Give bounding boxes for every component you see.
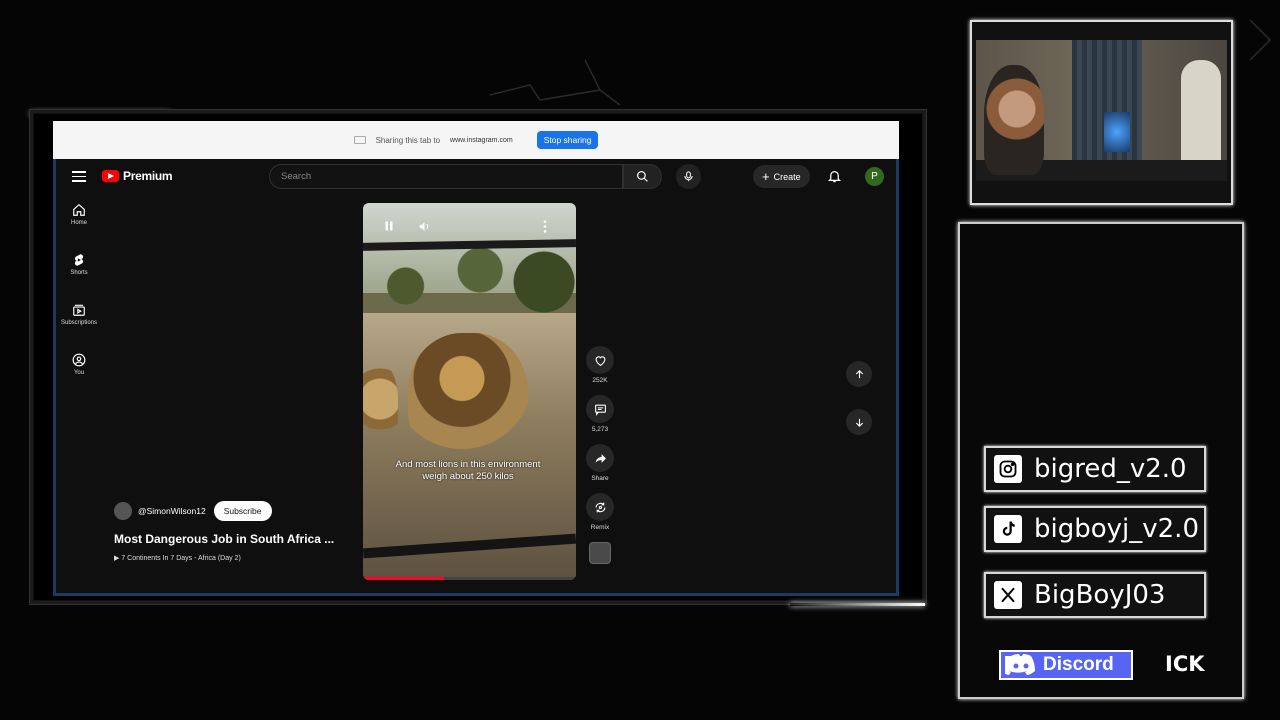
short-info: @SimonWilson12 Subscribe Most Dangerous … xyxy=(114,501,354,562)
account-avatar[interactable]: P xyxy=(865,167,884,186)
mic-icon xyxy=(684,171,693,182)
screen-share-icon xyxy=(353,136,366,144)
sidebar-label-you: You xyxy=(73,370,85,376)
instagram-handle: bigred_v2.0 xyxy=(1034,454,1187,484)
pause-icon xyxy=(385,221,393,231)
frame-glow-bottom xyxy=(790,603,925,606)
search-icon xyxy=(637,171,648,182)
create-label: Create xyxy=(773,171,801,182)
pause-button[interactable] xyxy=(383,220,395,232)
audio-source-thumbnail[interactable] xyxy=(589,542,611,564)
tab-sharing-bar: Sharing this tab to www.instagram.com St… xyxy=(53,121,899,159)
youtube-play-icon xyxy=(102,170,119,182)
volume-button[interactable] xyxy=(418,220,431,233)
like-count: 252K xyxy=(592,377,608,384)
create-button[interactable]: + Create xyxy=(753,165,810,188)
sidebar-label-home: Home xyxy=(70,220,87,226)
comment-icon xyxy=(594,404,606,416)
next-short-button[interactable] xyxy=(846,409,872,435)
more-options-button[interactable] xyxy=(543,220,547,233)
channel-avatar[interactable] xyxy=(114,502,132,520)
sidebar-item-home[interactable]: Home xyxy=(56,203,102,253)
video-progress-fill xyxy=(363,577,444,580)
instagram-icon xyxy=(994,455,1022,483)
subscriptions-icon xyxy=(73,304,85,316)
tiktok-icon xyxy=(994,515,1022,543)
sidebar-item-shorts[interactable]: Shorts xyxy=(56,253,102,303)
youtube-topbar: Premium Search + Create P xyxy=(56,159,896,195)
comment-count: 5,273 xyxy=(591,426,609,433)
stop-sharing-button[interactable]: Stop sharing xyxy=(536,131,599,149)
sidebar-label-subscriptions: Subscriptions xyxy=(60,320,98,326)
subscribe-button[interactable]: Subscribe xyxy=(213,501,272,521)
arrow-down-icon xyxy=(855,418,863,427)
shorts-icon xyxy=(74,254,84,266)
remix-icon xyxy=(595,502,605,512)
remix-label: Remix xyxy=(590,524,610,531)
sidebar: Home Shorts Subscriptions You xyxy=(56,203,102,403)
x-icon xyxy=(994,581,1022,609)
notifications-bell-icon[interactable] xyxy=(827,168,842,184)
menu-icon[interactable] xyxy=(72,171,86,182)
home-icon xyxy=(73,203,85,216)
social-x: BigBoyJ03 xyxy=(984,572,1206,618)
discord-icon xyxy=(1005,654,1035,675)
logo-text: Premium xyxy=(123,169,173,183)
short-title[interactable]: Most Dangerous Job in South Africa ... xyxy=(114,532,354,546)
social-instagram: bigred_v2.0 xyxy=(984,446,1206,492)
remix-action[interactable]: Remix xyxy=(583,493,617,531)
like-icon xyxy=(595,355,605,366)
search-input[interactable]: Search xyxy=(269,164,623,189)
ick-logo-text: ICK xyxy=(1165,652,1205,676)
discord-badge: Discord xyxy=(999,650,1133,680)
like-action[interactable]: 252K xyxy=(583,346,617,384)
search-button[interactable] xyxy=(623,164,662,189)
channel-row: @SimonWilson12 Subscribe xyxy=(114,501,354,521)
social-tiktok: bigboyj_v2.0 xyxy=(984,506,1206,552)
sharing-text: Sharing this tab to xyxy=(375,135,441,145)
youtube-logo[interactable]: Premium xyxy=(102,169,173,183)
volume-icon xyxy=(419,222,429,231)
sharing-url: www.instagram.com xyxy=(450,136,513,144)
channel-name[interactable]: @SimonWilson12 xyxy=(138,506,206,516)
streamer xyxy=(984,65,1044,175)
youtube-page: Premium Search + Create P Home Shorts Su… xyxy=(53,159,899,596)
sidebar-label-shorts: Shorts xyxy=(70,270,88,276)
you-icon xyxy=(72,353,86,367)
sidebar-item-you[interactable]: You xyxy=(56,353,102,403)
share-icon xyxy=(595,453,606,463)
video-progress-bar[interactable] xyxy=(363,577,576,580)
plus-icon: + xyxy=(762,168,770,184)
share-label: Share xyxy=(591,475,609,482)
playlist-link[interactable]: ▶ 7 Continents In 7 Days - Africa (Day 2… xyxy=(114,554,354,562)
video-frame-lion xyxy=(408,333,528,463)
more-vertical-icon xyxy=(543,220,547,233)
shorts-navigation xyxy=(846,361,872,457)
webcam-feed xyxy=(976,40,1227,181)
shorts-video-player[interactable]: And most lions in this environment weigh… xyxy=(363,203,576,580)
previous-short-button[interactable] xyxy=(846,361,872,387)
video-caption: And most lions in this environment weigh… xyxy=(395,459,541,482)
play-triangle-icon: ▶ xyxy=(114,555,120,562)
video-frame-lion-left xyxy=(363,363,398,453)
playlist-label: 7 Continents In 7 Days - Africa (Day 2) xyxy=(121,555,241,562)
arrow-up-icon xyxy=(855,369,863,378)
discord-label: Discord xyxy=(1043,654,1114,675)
voice-search-button[interactable] xyxy=(676,164,701,189)
sidebar-item-subscriptions[interactable]: Subscriptions xyxy=(56,303,102,353)
x-handle: BigBoyJ03 xyxy=(1034,580,1166,610)
share-action[interactable]: Share xyxy=(583,444,617,482)
shorts-actions: 252K 5,273 Share Remix xyxy=(583,346,617,564)
tiktok-handle: bigboyj_v2.0 xyxy=(1034,514,1199,544)
comment-action[interactable]: 5,273 xyxy=(583,395,617,433)
